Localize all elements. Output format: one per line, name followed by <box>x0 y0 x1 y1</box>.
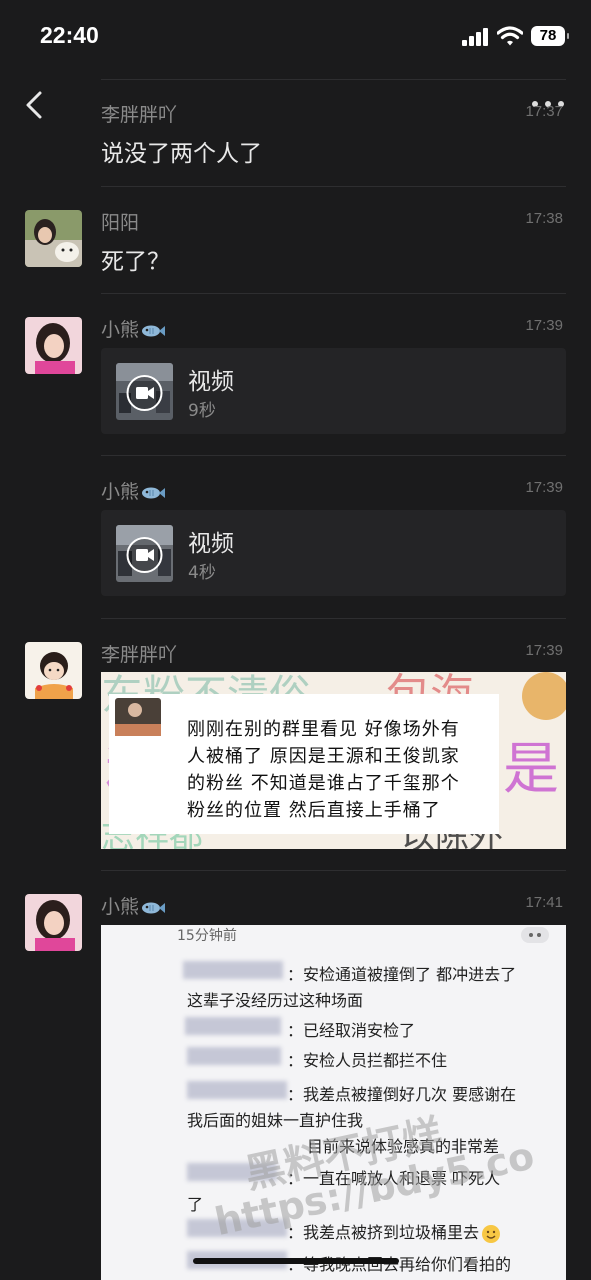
divider <box>101 79 566 80</box>
screenshot-line: ：已经取消安检了 <box>287 1021 416 1040</box>
video-card[interactable]: 视频 4秒 <box>101 510 566 596</box>
status-bar: 22:40 78 <box>0 0 591 72</box>
smile-emoji-icon <box>482 1224 501 1243</box>
video-play-icon <box>136 387 148 399</box>
sender-name: 小熊 <box>101 477 166 504</box>
divider <box>101 618 566 619</box>
video-label: 视频 <box>188 369 234 395</box>
home-indicator <box>193 1258 399 1264</box>
sender-name: 李胖胖吖 <box>101 104 178 126</box>
video-thumbnail <box>116 363 173 420</box>
message-text: 死了？ <box>101 249 170 275</box>
video-thumbnail <box>116 525 173 582</box>
status-time: 22:40 <box>40 22 99 48</box>
avatar[interactable] <box>25 210 82 267</box>
sender-name: 小熊 <box>101 315 166 342</box>
screenshot-line: ：我差点被撞倒好几次 要感谢在 <box>287 1085 517 1104</box>
battery-icon: 78 <box>531 26 569 46</box>
screenshot-line: 这辈子没经历过这种场面 <box>187 991 364 1010</box>
fish-icon <box>142 325 166 336</box>
video-play-icon <box>136 549 148 561</box>
video-duration: 4秒 <box>188 563 216 583</box>
fish-icon <box>142 487 166 498</box>
message-time: 17:39 <box>525 642 563 659</box>
more-icon <box>521 927 549 943</box>
message-time: 17:39 <box>525 317 563 334</box>
video-duration: 9秒 <box>188 401 216 421</box>
message-time: 17:37 <box>525 103 563 120</box>
screenshot-line: ：安检通道被撞倒了 都冲进去了 <box>287 965 517 984</box>
svg-text:是: 是 <box>503 737 559 802</box>
fish-icon <box>142 902 166 913</box>
avatar[interactable] <box>25 317 82 374</box>
sender-name: 阳阳 <box>101 212 140 234</box>
image-message[interactable]: 东粉不清俗 包海 和 是 志祥都 以陈外 刚刚在别的群里看见 好像场外有 人被桶… <box>101 672 566 849</box>
sender-name: 李胖胖吖 <box>101 644 178 666</box>
wifi-icon <box>497 26 523 46</box>
avatar[interactable] <box>25 894 82 951</box>
message-time: 17:38 <box>525 210 563 227</box>
back-arrow-icon[interactable] <box>22 88 48 124</box>
screenshot-line: 了 <box>187 1195 204 1214</box>
screenshot-line: ：安检人员拦都拦不住 <box>287 1051 448 1070</box>
image-caption: 刚刚在别的群里看见 好像场外有 人被桶了 原因是王源和王俊凯家 的粉丝 不知道是… <box>187 719 460 821</box>
message-time: 17:41 <box>525 894 563 911</box>
avatar[interactable] <box>25 642 82 699</box>
video-card[interactable]: 视频 9秒 <box>101 348 566 434</box>
divider <box>101 293 566 294</box>
screenshot-time: 15分钟前 <box>177 928 237 944</box>
divider <box>101 186 566 187</box>
divider <box>101 870 566 871</box>
video-label: 视频 <box>188 531 234 557</box>
sender-name: 小熊 <box>101 892 166 919</box>
message-text: 说没了两个人了 <box>101 141 262 167</box>
divider <box>101 455 566 456</box>
signal-icon <box>462 28 488 46</box>
message-time: 17:39 <box>525 479 563 496</box>
screenshot-image[interactable]: 15分钟前 ：安检通道被撞倒了 都冲进去了 这辈子没经历过这种场面 ：已经取消安… <box>101 925 566 1280</box>
